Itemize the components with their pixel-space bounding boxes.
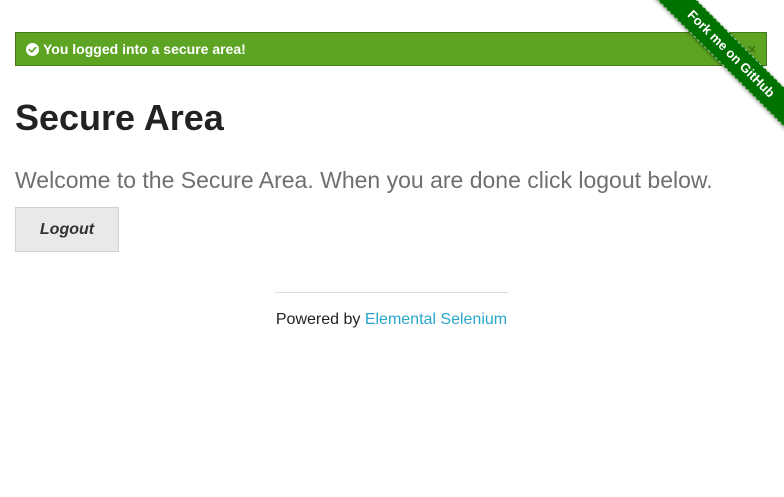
logout-button[interactable]: Logout	[15, 207, 119, 252]
page-title: Secure Area	[15, 97, 224, 138]
footer: Powered by Elemental Selenium	[275, 309, 508, 331]
ribbon-label: Fork me on GitHub	[684, 6, 779, 101]
flash-message-text: You logged into a secure area!	[43, 41, 246, 57]
github-ribbon-container: Fork me on GitHub	[634, 0, 784, 150]
fork-me-github-ribbon[interactable]: Fork me on GitHub	[646, 0, 784, 139]
page: You logged into a secure area! × Secure …	[0, 0, 784, 497]
check-circle-icon	[26, 42, 39, 56]
logout-button-label: Logout	[39, 220, 95, 238]
footer-divider	[275, 292, 508, 293]
footer-prefix: Powered by	[275, 311, 365, 328]
subheader: Welcome to the Secure Area. When you are…	[15, 167, 713, 193]
elemental-selenium-link[interactable]: Elemental Selenium	[365, 311, 507, 328]
